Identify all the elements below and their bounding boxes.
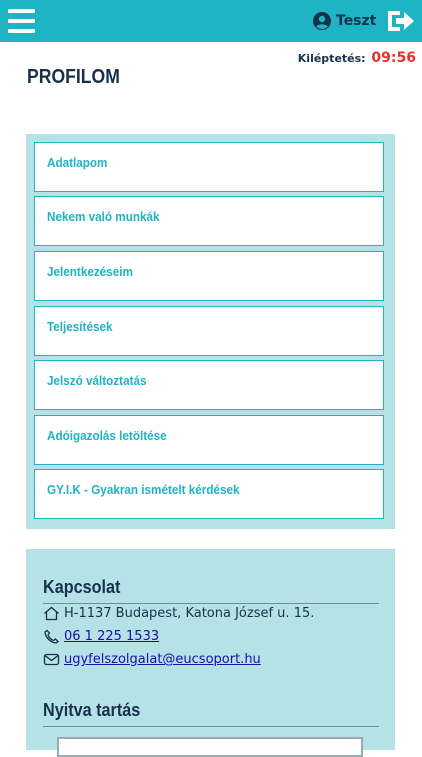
contact-email-link[interactable]: ugyfelszolgalat@eucsoport.hu <box>64 652 261 667</box>
envelope-icon <box>43 653 60 666</box>
menu-item-label: Adóigazolás letöltése <box>47 428 167 443</box>
profile-menu: Adatlapom Nekem való munkák Jelentkezése… <box>26 134 395 529</box>
menu-item-teljesitesek[interactable]: Teljesítések <box>34 306 384 356</box>
hamburger-menu-icon[interactable] <box>8 9 35 33</box>
menu-item-label: Teljesítések <box>47 319 113 334</box>
menu-item-gyik[interactable]: GY.I.K - Gyakran ismételt kérdések <box>34 469 384 519</box>
contact-title: Kapcsolat <box>43 577 121 597</box>
contact-phone: 06 1 225 1533 <box>43 629 159 644</box>
contact-divider <box>43 603 379 604</box>
menu-item-nekem-valo-munkak[interactable]: Nekem való munkák <box>34 196 384 246</box>
home-icon <box>44 606 59 621</box>
contact-email: ugyfelszolgalat@eucsoport.hu <box>43 652 261 667</box>
contact-address-text: H-1137 Budapest, Katona József u. 15. <box>64 606 315 621</box>
page-title: PROFILOM <box>27 66 120 88</box>
contact-panel: Kapcsolat H-1137 Budapest, Katona József… <box>26 549 395 757</box>
user-profile-link[interactable]: Teszt <box>313 11 376 31</box>
menu-item-jelentkezeseim[interactable]: Jelentkezéseim <box>34 251 384 301</box>
menu-item-label: Jelentkezéseim <box>47 264 133 279</box>
opening-hours-table <box>57 737 363 757</box>
menu-item-adatlapom[interactable]: Adatlapom <box>34 142 384 192</box>
user-name: Teszt <box>336 13 377 29</box>
contact-address: H-1137 Budapest, Katona József u. 15. <box>43 606 314 621</box>
phone-icon <box>44 629 59 644</box>
contact-phone-link[interactable]: 06 1 225 1533 <box>64 629 159 644</box>
opening-hours-divider <box>43 726 379 727</box>
session-timer-label: Kiléptetés: <box>297 52 366 65</box>
menu-item-label: Jelszó változtatás <box>47 373 147 388</box>
user-circle-icon <box>313 12 331 30</box>
logout-button[interactable] <box>386 9 416 33</box>
top-bar: Teszt <box>0 0 422 42</box>
menu-item-label: Adatlapom <box>47 155 108 170</box>
menu-item-label: GY.I.K - Gyakran ismételt kérdések <box>47 482 240 497</box>
opening-hours-title: Nyitva tartás <box>43 700 141 720</box>
logout-arrow-icon <box>388 11 414 31</box>
menu-item-adoigazolas-letoltese[interactable]: Adóigazolás letöltése <box>34 415 384 465</box>
session-timer: Kiléptetés: 09:56 <box>298 50 416 66</box>
menu-item-jelszo-valtoztatas[interactable]: Jelszó változtatás <box>34 360 384 410</box>
session-timer-value: 09:56 <box>371 50 416 66</box>
menu-item-label: Nekem való munkák <box>47 209 160 224</box>
